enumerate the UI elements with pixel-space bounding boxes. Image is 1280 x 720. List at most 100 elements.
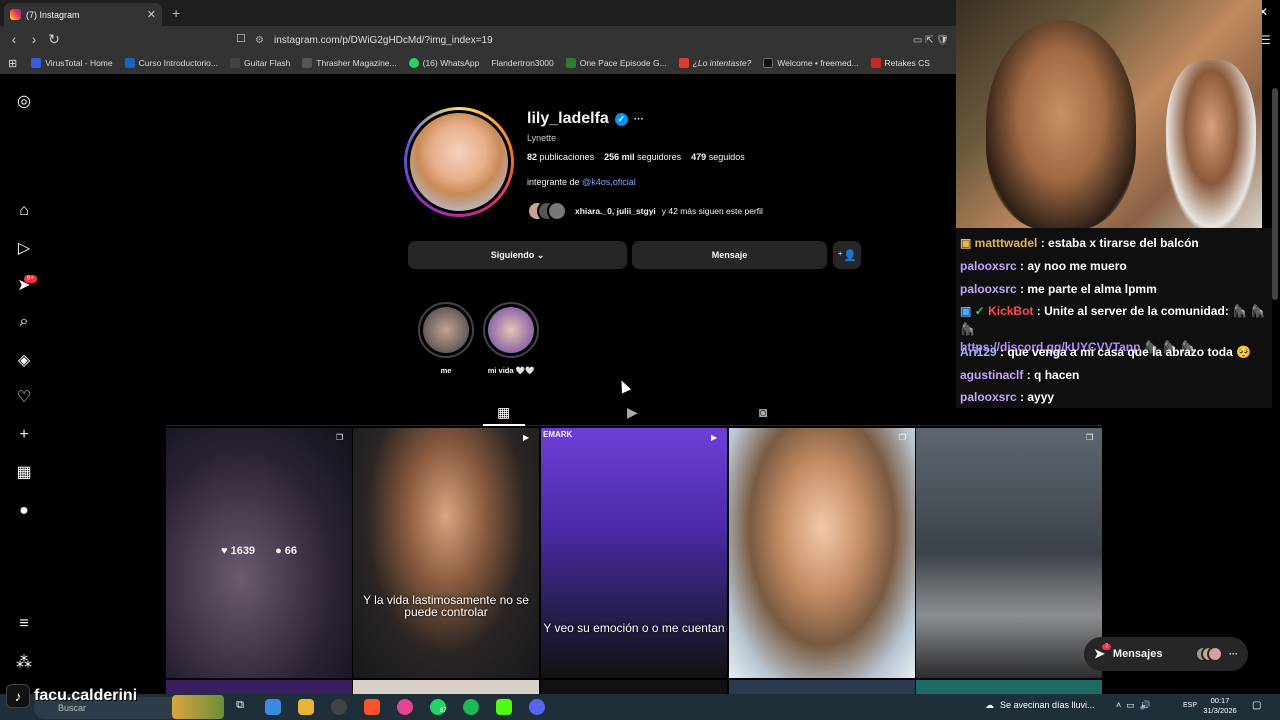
carousel-icon: ❐ — [1086, 433, 1094, 442]
tab-reels-icon[interactable]: ▶ — [627, 404, 638, 421]
post-tile[interactable] — [541, 680, 727, 694]
bookmark-item[interactable]: Welcome • freemed... — [763, 58, 859, 68]
back-icon[interactable]: ‹ — [4, 31, 24, 47]
carousel-icon: ❐ — [336, 433, 344, 442]
stream-chat: ▣ matttwadel : estaba x tirarse del balc… — [956, 228, 1272, 408]
bookmark-favicon-icon — [124, 58, 135, 68]
post-sign-text: EMARK — [543, 430, 573, 439]
profile-stats: 82 publicaciones 256 mil seguidores 479 … — [527, 152, 745, 162]
post-tile[interactable] — [729, 680, 915, 694]
profile-avatar-icon[interactable]: ● — [14, 501, 34, 521]
highlight-label: me — [440, 366, 452, 375]
page-scrollbar[interactable] — [1272, 88, 1278, 300]
bio-mention-link[interactable]: @k4os.oficial — [582, 177, 636, 187]
tab-tagged-icon[interactable]: ◙ — [759, 404, 767, 420]
site-info-icon[interactable]: ⚙ — [255, 35, 264, 46]
tab-title: (7) Instagram — [26, 9, 80, 20]
post-tile[interactable] — [166, 680, 352, 694]
whatsapp-badge: 87 — [440, 708, 447, 714]
webcam-person — [986, 20, 1136, 228]
badge-icon: ▣ — [960, 236, 975, 250]
reload-icon[interactable]: ↻ — [44, 31, 64, 48]
tab-posts-grid-icon[interactable]: ▦ — [497, 404, 510, 421]
bookmark-item[interactable]: (16) WhatsApp — [408, 58, 479, 68]
post-tile[interactable]: ▶ Y la vida lastimosamente no se puede c… — [353, 428, 539, 678]
options-icon[interactable]: ··· — [634, 114, 644, 125]
discord-icon[interactable] — [529, 699, 545, 715]
tab-close-icon[interactable]: ✕ — [147, 8, 156, 21]
followers-stat[interactable]: 256 mil seguidores — [604, 152, 681, 162]
create-icon[interactable]: + — [14, 425, 34, 445]
message-button[interactable]: Mensaje — [632, 241, 827, 269]
suggested-users-icon[interactable]: ⁺👤 — [833, 241, 861, 269]
spotify-icon[interactable] — [463, 699, 479, 715]
post-tile[interactable] — [916, 680, 1102, 694]
cast-icon[interactable]: ▭ ⇱ 🛡 — [913, 35, 949, 46]
reel-icon: ▶ — [711, 433, 718, 442]
messages-pill[interactable]: ➤ Mensajes ··· — [1084, 637, 1248, 671]
obs-icon[interactable] — [331, 699, 347, 715]
chat-message: palooxsrc : me parte el alma lpmm — [960, 282, 1157, 296]
dashboard-icon[interactable]: ▦ — [14, 462, 34, 482]
tab-instagram[interactable]: (7) Instagram ✕ — [4, 3, 162, 26]
avatar-image — [410, 113, 508, 211]
forward-icon[interactable]: › — [24, 31, 44, 47]
chat-message: ▣ matttwadel : estaba x tirarse del balc… — [960, 236, 1199, 250]
brave-browser-icon[interactable] — [364, 699, 380, 715]
mutual-avatars — [527, 201, 567, 221]
tray-icons[interactable]: ˄▭🔊 — [1116, 700, 1156, 711]
bookmark-item[interactable]: ¿Lo intentaste? — [678, 58, 751, 68]
bookmark-star-icon[interactable]: ☐ — [236, 32, 246, 45]
followed-by[interactable]: xhiara._0, julii_stgyi y 42 más siguen e… — [527, 201, 763, 221]
bookmark-item[interactable]: Flandertron3000 — [491, 58, 553, 68]
weather-text: Se avecinan días lluvi... — [1000, 700, 1095, 710]
bookmark-favicon-icon — [302, 58, 313, 68]
post-tile[interactable]: ❐ — [729, 428, 915, 678]
language-indicator[interactable]: ESP — [1183, 702, 1197, 709]
instagram-logo-icon[interactable]: ◎ — [14, 91, 34, 111]
profile-avatar[interactable] — [404, 107, 514, 217]
bookmark-item[interactable]: Curso Introductorio... — [124, 58, 218, 68]
store-icon[interactable] — [265, 699, 281, 715]
file-explorer-icon[interactable] — [298, 699, 314, 715]
task-view-icon[interactable]: ⧉ — [232, 699, 248, 715]
following-button[interactable]: Siguiendo ⌄ — [408, 241, 627, 269]
whatsapp-icon — [408, 58, 419, 68]
kick-icon[interactable] — [496, 699, 512, 715]
carousel-icon: ❐ — [899, 433, 907, 442]
bookmark-item[interactable]: VirusTotal - Home — [31, 58, 113, 68]
new-tab-button[interactable]: + — [172, 5, 180, 21]
bookmark-item[interactable]: One Pace Episode G... — [565, 58, 667, 68]
bookmark-item[interactable]: Guitar Flash — [230, 58, 290, 68]
app-icon[interactable] — [397, 699, 413, 715]
bookmark-item[interactable]: Retakes CS — [870, 58, 930, 68]
verified-badge-icon: ✓ — [614, 112, 628, 126]
bookmark-item[interactable]: Thrasher Magazine... — [302, 58, 397, 68]
explore-icon[interactable]: ◈ — [14, 350, 34, 370]
bookmark-favicon-icon — [230, 58, 240, 68]
verified-badge-icon: ✓ — [974, 304, 989, 318]
heart-icon[interactable]: ♡ — [14, 387, 34, 407]
profile-full-name: Lynette — [527, 133, 557, 143]
also-from-meta-icon[interactable]: ⁂ — [14, 652, 34, 672]
weather-widget[interactable]: ☁ Se avecinan días lluvi... — [985, 700, 1095, 711]
search-icon[interactable]: ⌕ — [14, 312, 34, 332]
instagram-sidebar: ◎ ⌂ ▷ ➤ 9+ ⌕ ◈ ♡ + ▦ ● ≡ ⁂ — [0, 74, 48, 694]
highlight-ring — [418, 302, 474, 358]
bookmark-favicon-icon — [31, 58, 42, 68]
highlight-me[interactable]: me — [418, 302, 474, 375]
reel-icon: ▶ — [523, 433, 530, 442]
taskbar-clock[interactable]: 00:17 31/3/2026 — [1200, 696, 1240, 716]
bookmarks-bar: ⊞ VirusTotal - Home Curso Introductorio.… — [0, 52, 956, 74]
home-icon[interactable]: ⌂ — [14, 201, 34, 221]
highlight-mi-vida[interactable]: mi vida 🤍🤍 — [483, 302, 539, 375]
reels-icon[interactable]: ▷ — [14, 238, 34, 258]
apps-grid-icon[interactable]: ⊞ — [8, 57, 17, 70]
more-menu-icon[interactable]: ≡ — [14, 614, 34, 634]
post-tile[interactable]: ❐ — [916, 428, 1102, 678]
following-stat[interactable]: 479 seguidos — [691, 152, 745, 162]
post-tile[interactable]: EMARK ▶ Y veo su emoción o o me cuentan — [541, 428, 727, 678]
address-bar[interactable]: ⚙ instagram.com/p/DWiG2gHDcMd/?img_index… — [255, 30, 955, 50]
notification-center-icon[interactable]: ▢ — [1252, 700, 1261, 711]
post-tile[interactable] — [353, 680, 539, 694]
